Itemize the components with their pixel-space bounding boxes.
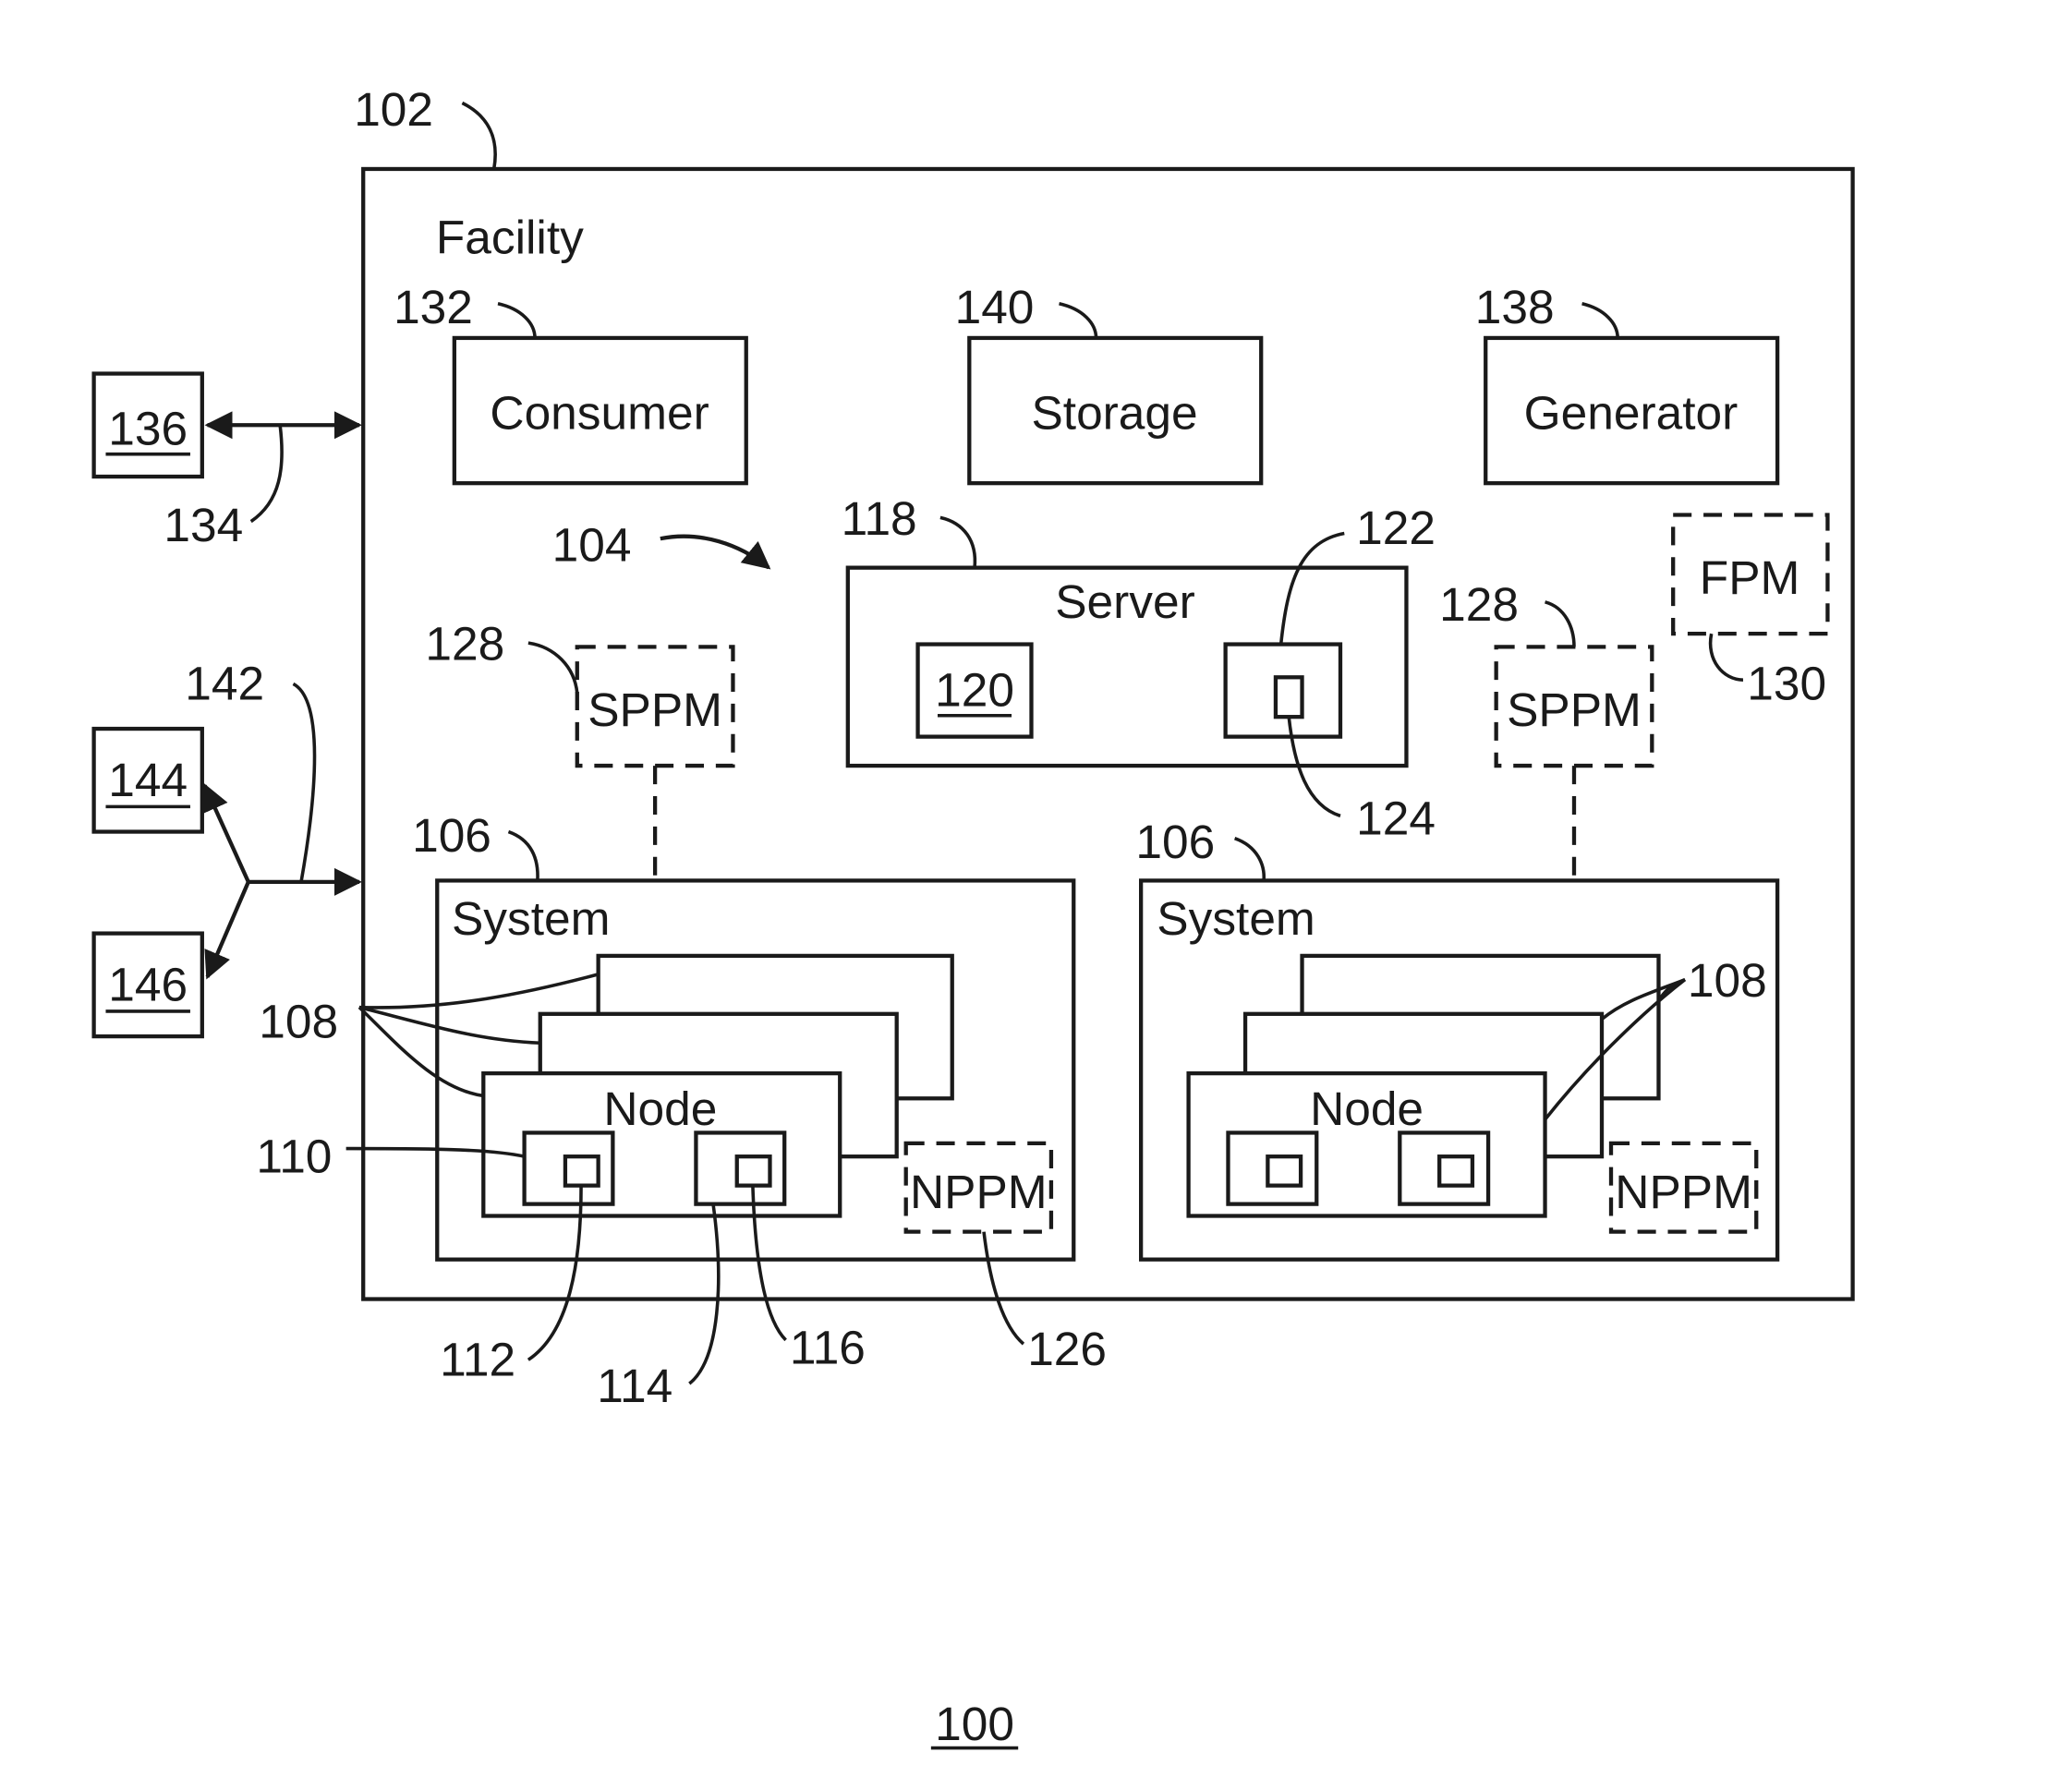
fpm-ref: 130 xyxy=(1747,657,1826,710)
sppm-right-ref: 128 xyxy=(1439,577,1519,631)
figure-number: 100 xyxy=(935,1697,1014,1750)
node-left-component-116 xyxy=(734,1154,772,1188)
server-component-120-label: 120 xyxy=(935,663,1014,717)
fpm-label: FPM xyxy=(1700,550,1800,604)
node-left-label: Node xyxy=(603,1082,717,1135)
facility-leader xyxy=(461,101,497,170)
node-right-component-a-inner xyxy=(1266,1154,1303,1188)
facility-ref: 102 xyxy=(354,82,433,136)
component-left-ref-110: 110 xyxy=(256,1129,332,1182)
sppm-left-label: SPPM xyxy=(588,683,722,736)
storage-ref: 140 xyxy=(955,280,1035,333)
server-ref-124: 124 xyxy=(1356,791,1436,844)
system-left-label: System xyxy=(452,891,611,945)
consumer-ref: 132 xyxy=(394,280,473,333)
link-leader-134 xyxy=(249,425,284,524)
nodes-left-ref: 108 xyxy=(259,995,338,1048)
system-left-ref: 106 xyxy=(412,808,491,862)
generator-ref: 138 xyxy=(1475,280,1555,333)
external-block-144-146: 144 146 142 xyxy=(91,657,362,1039)
link-leader-142 xyxy=(292,682,317,883)
server-component-124-box xyxy=(1273,675,1304,719)
consumer-label: Consumer xyxy=(490,386,709,440)
system-right-block: System 106 Node NPPM 108 xyxy=(1135,815,1780,1262)
link-ref-142: 142 xyxy=(185,657,264,710)
nodes-right-ref: 108 xyxy=(1688,953,1767,1007)
system-right-label: System xyxy=(1157,891,1315,945)
sppm-left-ref: 128 xyxy=(425,617,504,671)
component-left-ref-112: 112 xyxy=(440,1332,515,1385)
node-left-component-112 xyxy=(563,1154,600,1188)
server-label: Server xyxy=(1055,574,1195,628)
storage-label: Storage xyxy=(1031,386,1197,440)
link-branch-to-146 xyxy=(204,881,250,980)
node-right-component-b-inner xyxy=(1437,1154,1475,1188)
system-right-ref: 106 xyxy=(1135,815,1215,868)
node-right-label: Node xyxy=(1310,1082,1424,1135)
nppm-right-label: NPPM xyxy=(1615,1165,1752,1218)
sppm-right-label: SPPM xyxy=(1507,683,1642,736)
external-label-136: 136 xyxy=(108,402,188,455)
external-block-136: 136 134 xyxy=(91,371,362,551)
server-ref: 118 xyxy=(842,491,917,545)
nppm-left-label: NPPM xyxy=(910,1165,1048,1218)
component-left-ref-114: 114 xyxy=(597,1359,672,1412)
link-ref-134: 134 xyxy=(164,498,243,551)
external-label-146: 146 xyxy=(108,958,188,1011)
generator-label: Generator xyxy=(1524,386,1739,440)
external-label-144: 144 xyxy=(108,753,188,806)
patent-diagram: Facility 102 136 134 144 146 142 Consume… xyxy=(91,82,1855,1750)
component-left-ref-116: 116 xyxy=(790,1321,866,1374)
facility-label: Facility xyxy=(436,210,584,263)
link-branch-to-144 xyxy=(202,782,250,883)
server-ref-122: 122 xyxy=(1356,501,1436,554)
network-ref: 104 xyxy=(552,518,632,572)
figure-number-block: 100 xyxy=(930,1697,1019,1750)
nppm-left-ref-126: 126 xyxy=(1027,1322,1107,1375)
